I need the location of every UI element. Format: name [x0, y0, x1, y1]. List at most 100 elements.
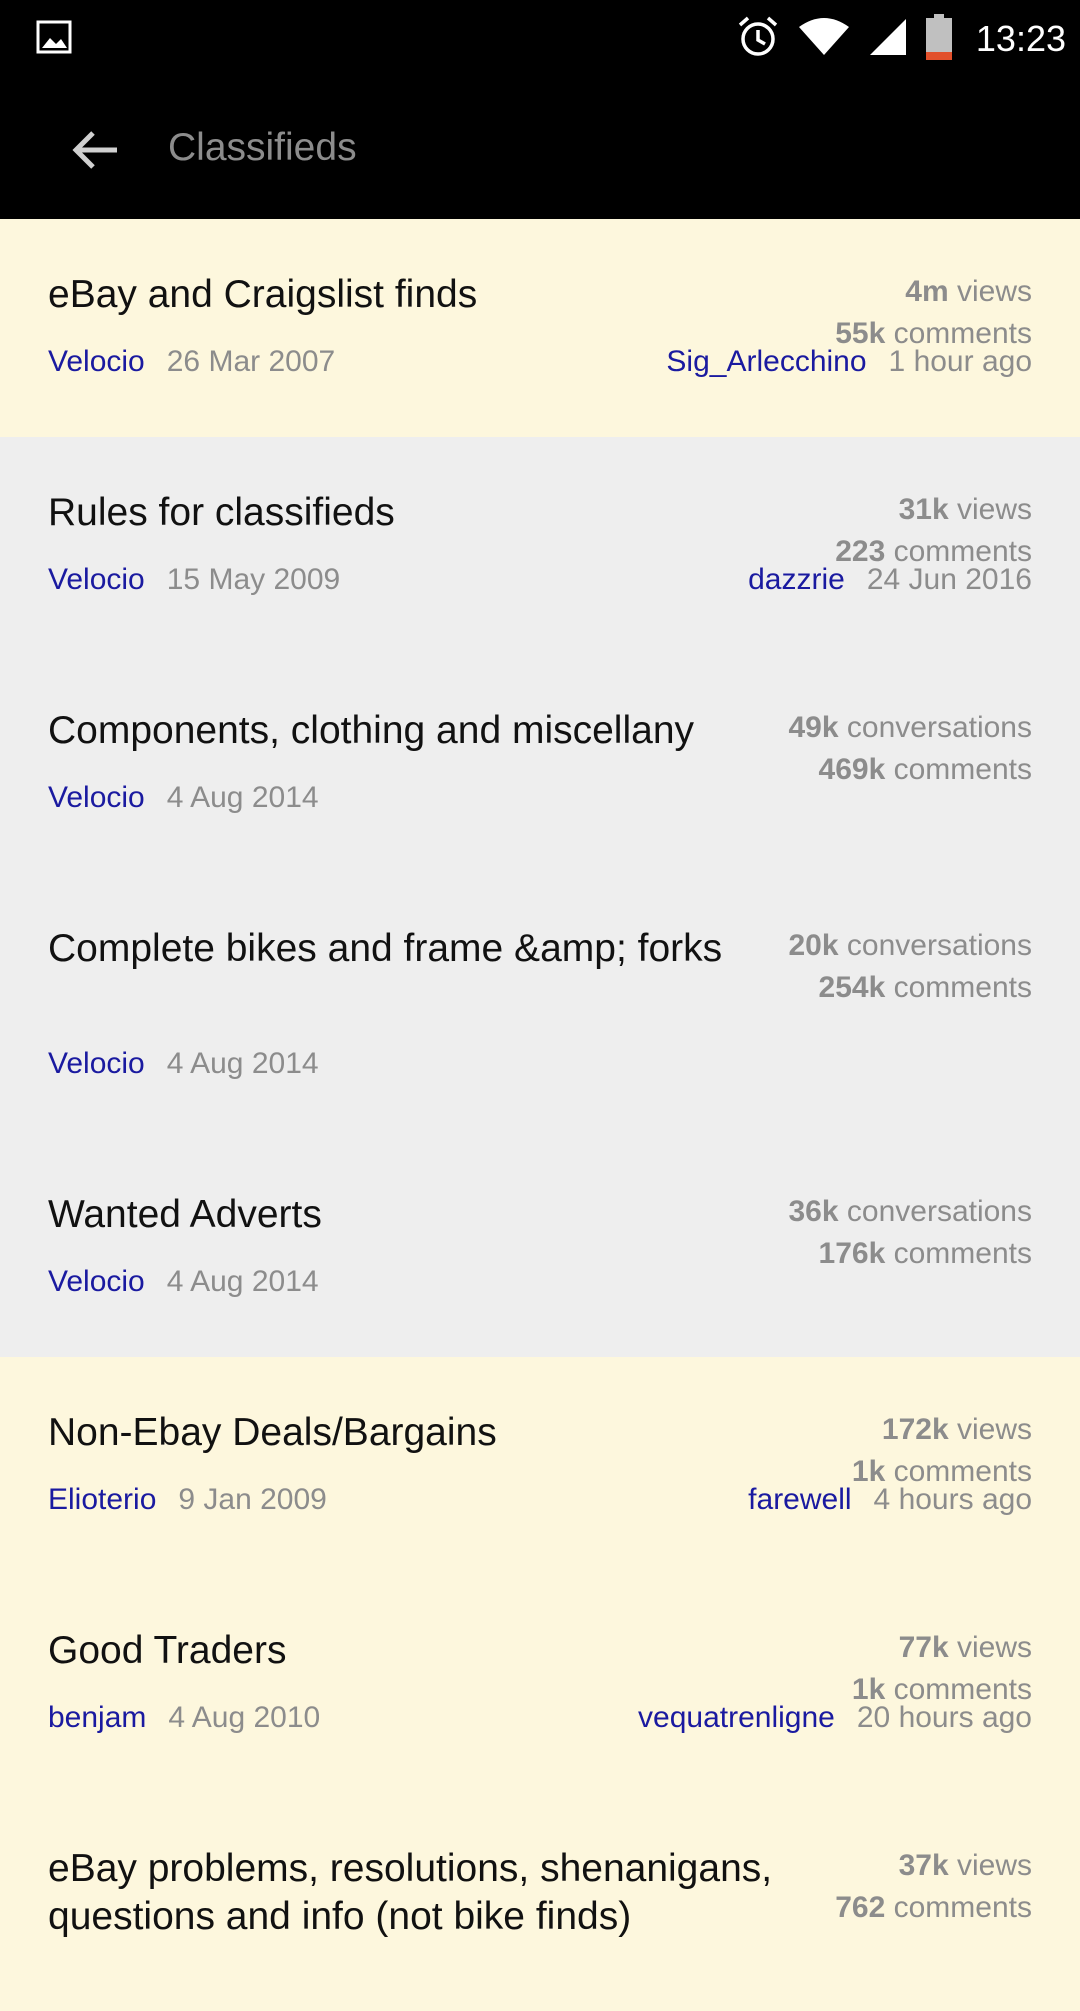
stat-value: 762	[835, 1891, 886, 1924]
stat-value: 49k	[788, 711, 839, 744]
forum-created-date: 4 Aug 2014	[166, 781, 319, 814]
stat-label: views	[948, 1413, 1032, 1446]
alarm-icon	[736, 15, 798, 64]
stat-label: comments	[885, 1891, 1032, 1924]
forum-created-date: 4 Aug 2010	[168, 1701, 321, 1734]
stat-line-1: 20k conversations	[789, 925, 1033, 967]
last-post-time: 1 hour ago	[888, 345, 1032, 378]
stat-value: 20k	[788, 929, 839, 962]
stat-line-1: 172k views	[852, 1409, 1032, 1451]
stat-label: views	[948, 1631, 1032, 1664]
last-post-author-link[interactable]: vequatrenligne	[638, 1701, 835, 1734]
cell-signal-icon	[868, 17, 926, 62]
last-post: Sig_Arlecchino 1 hour ago	[666, 345, 1032, 379]
stat-line-1: 37k views	[835, 1845, 1032, 1887]
forum-title: eBay problems, resolutions, shenanigans,…	[48, 1847, 773, 1938]
app-toolbar: Classifieds	[0, 76, 1080, 219]
forum-row-ebay-problems[interactable]: eBay problems, resolutions, shenanigans,…	[0, 1793, 1080, 2011]
stat-line-2: 762 comments	[835, 1887, 1032, 1929]
stat-line-2: 254k comments	[789, 967, 1032, 1009]
forum-title: Non-Ebay Deals/Bargains	[48, 1411, 497, 1454]
forum-list: eBay and Craigslist finds Velocio 26 Mar …	[0, 219, 1080, 2011]
stat-value: 176k	[818, 1237, 886, 1270]
forum-meta: Velocio 4 Aug 2014	[48, 1047, 319, 1081]
forum-title: eBay and Craigslist finds	[48, 273, 478, 316]
forum-row-components[interactable]: Components, clothing and miscellany Velo…	[0, 655, 1080, 873]
stat-value: 254k	[818, 971, 886, 1004]
forum-stats: 4m views 55k comments	[835, 271, 1032, 355]
forum-row-wanted-adverts[interactable]: Wanted Adverts Velocio 4 Aug 2014 36k con…	[0, 1139, 1080, 1357]
last-post-time: 20 hours ago	[856, 1701, 1032, 1734]
page-title: Classifieds	[168, 126, 357, 169]
stat-value: 36k	[788, 1195, 839, 1228]
last-post: dazzrie 24 Jun 2016	[748, 563, 1032, 597]
last-post-author-link[interactable]: farewell	[748, 1483, 851, 1516]
stat-value: 37k	[898, 1849, 949, 1882]
stat-value: 172k	[881, 1413, 949, 1446]
battery-icon	[925, 13, 970, 65]
forum-stats: 77k views 1k comments	[852, 1627, 1032, 1711]
forum-title: Rules for classifieds	[48, 491, 395, 534]
forum-meta: Velocio 26 Mar 2007	[48, 345, 335, 379]
wifi-icon	[798, 17, 868, 62]
forum-title: Wanted Adverts	[48, 1193, 322, 1236]
stat-label: conversations	[838, 1195, 1032, 1228]
stat-label: views	[948, 493, 1032, 526]
forum-meta: Elioterio 9 Jan 2009	[48, 1483, 327, 1517]
stat-label: comments	[885, 753, 1032, 786]
forum-title: Complete bikes and frame &amp; forks	[48, 927, 723, 970]
forum-row-complete-bikes[interactable]: Complete bikes and frame &amp; forks Vel…	[0, 873, 1080, 1139]
forum-created-date: 15 May 2009	[166, 563, 341, 596]
last-post-time: 24 Jun 2016	[866, 563, 1032, 596]
stat-value: 469k	[818, 753, 886, 786]
last-post-time: 4 hours ago	[873, 1483, 1032, 1516]
forum-row-ebay-craigslist[interactable]: eBay and Craigslist finds Velocio 26 Mar …	[0, 219, 1080, 437]
forum-author-link[interactable]: Velocio	[48, 345, 145, 378]
forum-stats: 36k conversations 176k comments	[789, 1191, 1033, 1275]
stat-line-1: 77k views	[852, 1627, 1032, 1669]
stat-line-2: 469k comments	[789, 749, 1032, 791]
forum-created-date: 9 Jan 2009	[178, 1483, 327, 1516]
forum-created-date: 26 Mar 2007	[166, 345, 336, 378]
forum-author-link[interactable]: benjam	[48, 1701, 146, 1734]
forum-title: Good Traders	[48, 1629, 287, 1672]
forum-author-link[interactable]: Elioterio	[48, 1483, 156, 1516]
image-notification-icon	[36, 20, 72, 59]
forum-stats: 49k conversations 469k comments	[789, 707, 1033, 791]
stat-value: 4m	[905, 275, 949, 308]
forum-meta: Velocio 4 Aug 2014	[48, 781, 319, 815]
stat-line-1: 36k conversations	[789, 1191, 1033, 1233]
stat-label: views	[948, 275, 1032, 308]
last-post: vequatrenligne 20 hours ago	[638, 1701, 1032, 1735]
forum-stats: 172k views 1k comments	[852, 1409, 1032, 1493]
forum-row-good-traders[interactable]: Good Traders benjam 4 Aug 2010 77k views …	[0, 1575, 1080, 1793]
status-time: 13:23	[975, 18, 1066, 59]
forum-meta: Velocio 15 May 2009	[48, 563, 340, 597]
forum-created-date: 4 Aug 2014	[166, 1265, 319, 1298]
forum-author-link[interactable]: Velocio	[48, 563, 145, 596]
forum-author-link[interactable]: Velocio	[48, 781, 145, 814]
forum-author-link[interactable]: Velocio	[48, 1047, 145, 1080]
stat-line-1: 31k views	[835, 489, 1032, 531]
back-arrow-icon[interactable]	[60, 120, 130, 180]
stat-label: conversations	[838, 929, 1032, 962]
forum-author-link[interactable]: Velocio	[48, 1265, 145, 1298]
forum-stats: 37k views 762 comments	[835, 1845, 1032, 1929]
stat-label: comments	[885, 971, 1032, 1004]
forum-row-rules[interactable]: Rules for classifieds Velocio 15 May 2009…	[0, 437, 1080, 655]
forum-title: Components, clothing and miscellany	[48, 709, 695, 752]
stat-line-1: 4m views	[835, 271, 1032, 313]
last-post: farewell 4 hours ago	[748, 1483, 1032, 1517]
last-post-author-link[interactable]: Sig_Arlecchino	[666, 345, 866, 378]
forum-stats: 20k conversations 254k comments	[789, 925, 1033, 1009]
stat-label: comments	[885, 1237, 1032, 1270]
last-post-author-link[interactable]: dazzrie	[748, 563, 845, 596]
stat-label: views	[948, 1849, 1032, 1882]
stat-value: 77k	[898, 1631, 949, 1664]
stat-line-2: 176k comments	[789, 1233, 1032, 1275]
forum-row-non-ebay-deals[interactable]: Non-Ebay Deals/Bargains Elioterio 9 Jan 2…	[0, 1357, 1080, 1575]
stat-value: 31k	[898, 493, 949, 526]
stat-label: conversations	[838, 711, 1032, 744]
forum-meta: benjam 4 Aug 2010	[48, 1701, 320, 1735]
stat-line-1: 49k conversations	[789, 707, 1033, 749]
